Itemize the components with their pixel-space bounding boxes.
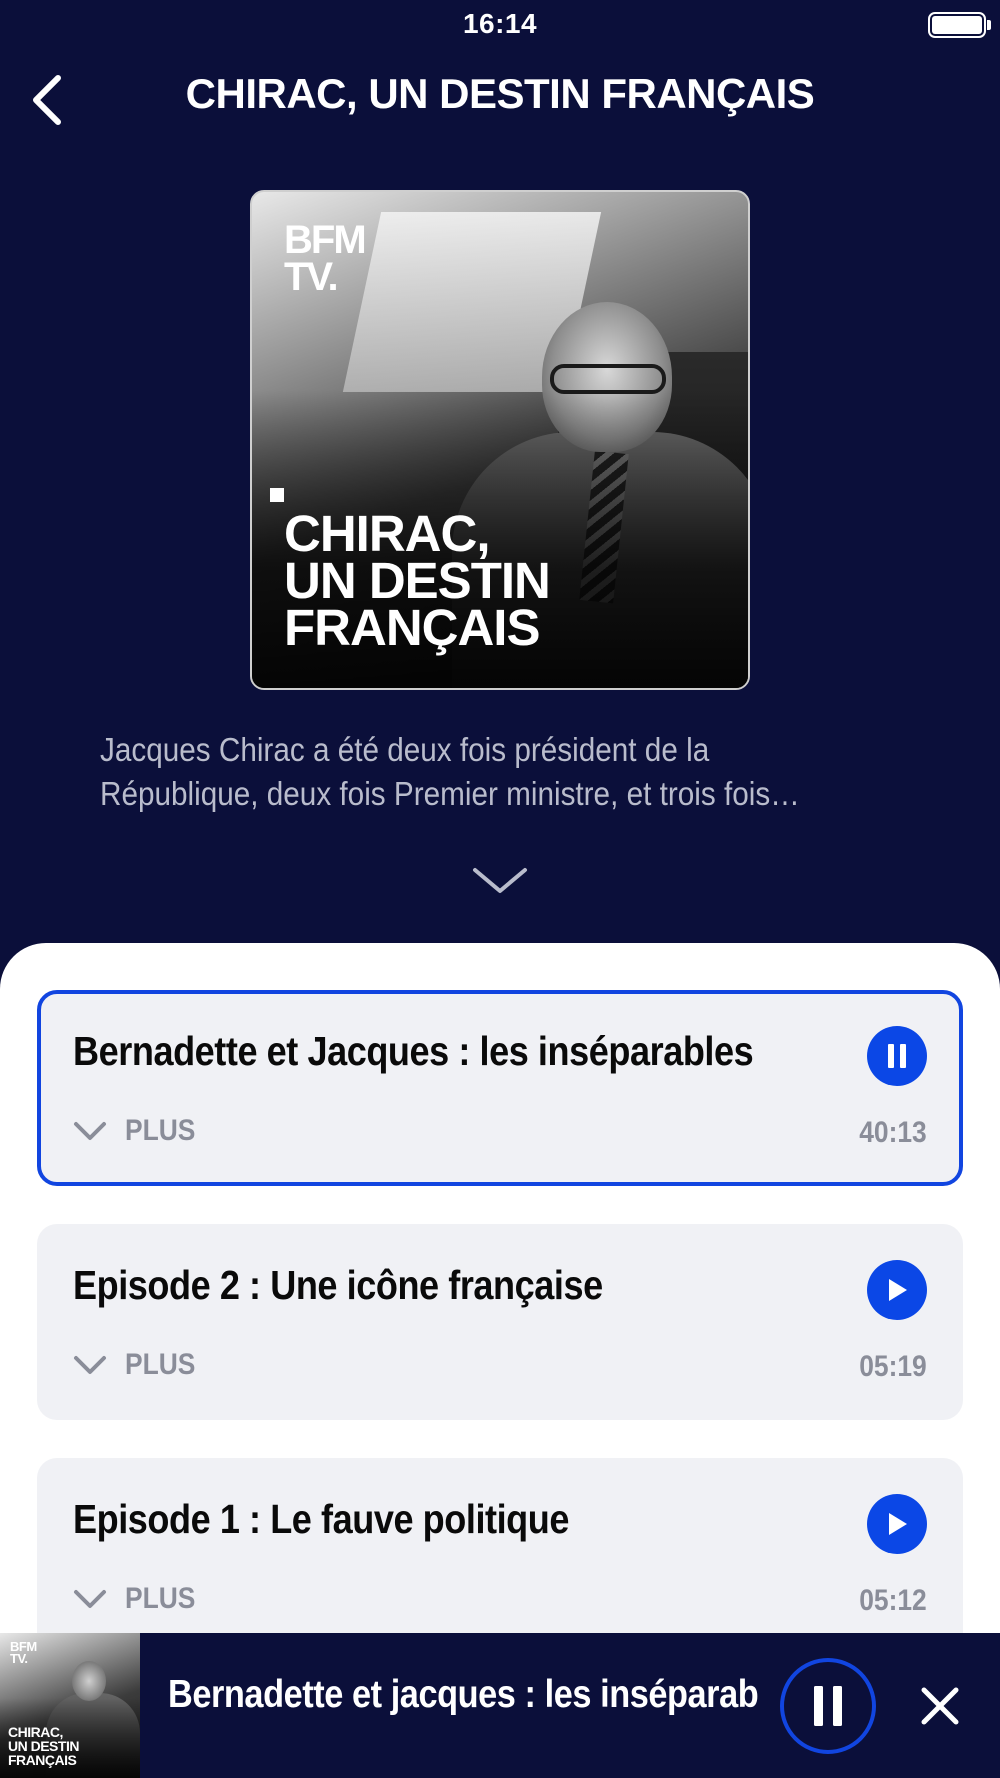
pause-icon	[888, 1044, 906, 1068]
episode-card-active[interactable]: Bernadette et Jacques : les inséparables…	[37, 990, 963, 1186]
status-bar: 16:14	[0, 0, 1000, 50]
chevron-down-icon	[74, 1356, 106, 1374]
mini-player[interactable]: BFM TV. CHIRAC, UN DESTIN FRANÇAIS Berna…	[0, 1633, 1000, 1778]
bfmtv-logo: BFM TV.	[284, 218, 367, 299]
now-playing-title: Bernadette et jacques : les inséparables	[168, 1673, 760, 1716]
expand-description-button[interactable]	[470, 860, 530, 900]
close-icon	[921, 1687, 959, 1725]
chevron-down-icon	[74, 1590, 106, 1608]
episode-title: Episode 2 : Une icône française	[73, 1262, 603, 1308]
battery-tip	[987, 20, 991, 30]
play-icon	[889, 1513, 907, 1535]
bfmtv-logo: BFM TV.	[10, 1639, 37, 1666]
more-toggle[interactable]: PLUS	[73, 1582, 205, 1616]
close-button[interactable]	[912, 1678, 968, 1734]
back-button[interactable]	[22, 68, 72, 132]
episode-title: Bernadette et Jacques : les inséparables	[73, 1028, 754, 1074]
cover-square-mark	[270, 488, 284, 502]
pause-icon	[814, 1686, 842, 1726]
play-button[interactable]	[867, 1494, 927, 1554]
podcast-description: Jacques Chirac a été deux fois président…	[100, 728, 910, 816]
battery-icon	[928, 12, 986, 38]
episode-duration: 05:19	[859, 1350, 927, 1383]
page-title: CHIRAC, UN DESTIN FRANÇAIS	[185, 70, 815, 117]
episode-duration: 40:13	[859, 1116, 927, 1149]
chevron-down-icon	[74, 1122, 106, 1140]
mini-player-thumbnail: BFM TV. CHIRAC, UN DESTIN FRANÇAIS	[0, 1633, 140, 1778]
mini-cover-title: CHIRAC, UN DESTIN FRANÇAIS	[8, 1724, 79, 1768]
more-label: PLUS	[125, 1582, 196, 1615]
episode-title: Episode 1 : Le fauve politique	[73, 1496, 570, 1542]
pause-button[interactable]	[867, 1026, 927, 1086]
episode-duration: 05:12	[859, 1584, 927, 1617]
more-toggle[interactable]: PLUS	[73, 1348, 205, 1382]
more-label: PLUS	[125, 1114, 196, 1147]
chevron-left-icon	[33, 75, 61, 125]
cover-title: CHIRAC, UN DESTIN FRANÇAIS	[284, 505, 551, 656]
episode-card[interactable]: Episode 2 : Une icône française PLUS 05:…	[37, 1224, 963, 1420]
more-label: PLUS	[125, 1348, 196, 1381]
description-line: Jacques Chirac a été deux fois président…	[100, 731, 710, 768]
play-button[interactable]	[867, 1260, 927, 1320]
more-toggle[interactable]: PLUS	[73, 1114, 205, 1148]
chevron-down-icon	[473, 868, 527, 893]
status-time: 16:14	[462, 8, 538, 39]
episode-card[interactable]: Episode 1 : Le fauve politique PLUS 05:1…	[37, 1458, 963, 1654]
play-icon	[889, 1279, 907, 1301]
podcast-cover: BFM TV. CHIRAC, UN DESTIN FRANÇAIS	[250, 190, 750, 690]
mini-pause-button[interactable]	[780, 1658, 876, 1754]
description-line: République, deux fois Premier ministre, …	[100, 775, 800, 812]
